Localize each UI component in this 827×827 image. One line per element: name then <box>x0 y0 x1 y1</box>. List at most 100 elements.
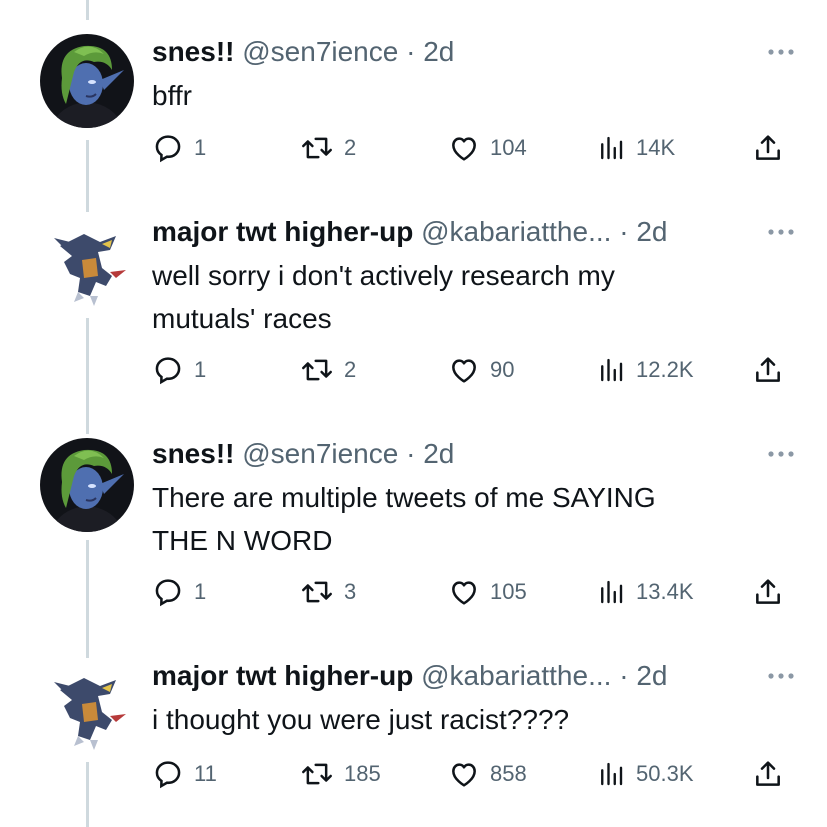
tweet-text-line: THE N WORD <box>152 525 333 556</box>
timestamp[interactable]: 2d <box>636 660 667 691</box>
share-icon <box>756 761 780 786</box>
retweet-button[interactable]: 185 <box>300 756 381 792</box>
green-hair-elf-avatar <box>40 34 134 128</box>
tweet-text-line: There are multiple tweets of me SAYING <box>152 482 656 513</box>
avatar-garchomp[interactable] <box>40 660 134 754</box>
display-name[interactable]: snes!! <box>152 438 234 469</box>
tweet[interactable]: major twt higher-up @kabariatthe... · 2d… <box>0 214 827 385</box>
retweet-count: 2 <box>344 135 357 160</box>
avatar-elf[interactable] <box>40 438 134 532</box>
separator-dot: · <box>406 36 416 67</box>
reply-button[interactable]: 1 <box>152 352 206 388</box>
share-button[interactable] <box>752 756 784 792</box>
timestamp[interactable]: 2d <box>636 216 667 247</box>
share-icon <box>756 135 780 160</box>
user-handle[interactable]: @sen7ience <box>242 36 398 67</box>
display-name[interactable]: major twt higher-up <box>152 660 413 691</box>
thread-line <box>86 0 89 20</box>
bar-chart-icon <box>601 762 623 786</box>
tweet-header: major twt higher-up @kabariatthe... · 2d <box>152 214 667 250</box>
reply-button[interactable]: 1 <box>152 574 206 610</box>
reply-button[interactable]: 1 <box>152 130 206 166</box>
views-button[interactable]: 14K <box>596 130 675 166</box>
reply-count: 1 <box>194 579 207 604</box>
retweet-count: 3 <box>344 579 357 604</box>
heart-icon <box>452 137 476 161</box>
action-bar: 11 185 858 50.3K <box>0 756 827 792</box>
share-button[interactable] <box>752 130 784 166</box>
retweet-button[interactable]: 2 <box>300 352 356 388</box>
retweet-count: 2 <box>344 357 357 382</box>
tweet[interactable]: snes!! @sen7ience · 2d bffr 1 2 104 14K <box>0 34 827 164</box>
action-bar: 1 2 104 14K <box>0 130 827 166</box>
tweet[interactable]: major twt higher-up @kabariatthe... · 2d… <box>0 658 827 789</box>
reply-icon <box>155 579 181 607</box>
avatar-garchomp[interactable] <box>40 216 134 310</box>
view-count: 13.4K <box>636 579 694 604</box>
views-button[interactable]: 50.3K <box>596 756 694 792</box>
reply-icon <box>155 135 181 163</box>
view-count: 12.2K <box>636 357 694 382</box>
share-icon <box>756 579 780 604</box>
tweet-text-line: mutuals' races <box>152 303 332 334</box>
views-button[interactable]: 12.2K <box>596 352 694 388</box>
display-name[interactable]: major twt higher-up <box>152 216 413 247</box>
retweet-count: 185 <box>344 761 381 786</box>
bar-chart-icon <box>601 358 623 382</box>
reply-count: 1 <box>194 357 207 382</box>
reply-count: 1 <box>194 135 207 160</box>
like-button[interactable]: 858 <box>448 756 527 792</box>
tweet-header: snes!! @sen7ience · 2d <box>152 34 454 70</box>
like-count: 90 <box>490 357 515 382</box>
like-button[interactable]: 105 <box>448 574 527 610</box>
bar-chart-icon <box>601 136 623 160</box>
tweet-text-line: bffr <box>152 80 192 111</box>
like-button[interactable]: 104 <box>448 130 527 166</box>
more-options-icon[interactable] <box>763 436 799 472</box>
user-handle[interactable]: @kabariatthe... <box>421 660 611 691</box>
retweet-icon <box>302 359 332 381</box>
reply-button[interactable]: 11 <box>152 756 217 792</box>
reply-icon <box>155 761 181 789</box>
share-button[interactable] <box>752 574 784 610</box>
user-handle[interactable]: @kabariatthe... <box>421 216 611 247</box>
separator-dot: · <box>619 660 629 691</box>
share-icon <box>756 357 780 382</box>
like-button[interactable]: 90 <box>448 352 514 388</box>
reply-icon <box>155 357 181 385</box>
share-button[interactable] <box>752 352 784 388</box>
tweet-text: i thought you were just racist???? <box>152 698 772 741</box>
views-button[interactable]: 13.4K <box>596 574 694 610</box>
timestamp[interactable]: 2d <box>423 438 454 469</box>
tweet-text-line: i thought you were just racist???? <box>152 704 570 735</box>
tweet-text-line: well sorry i don't actively research my <box>152 260 615 291</box>
more-options-icon[interactable] <box>763 658 799 694</box>
tweet-text: well sorry i don't actively research my … <box>152 254 772 340</box>
retweet-icon <box>302 763 332 785</box>
separator-dot: · <box>406 438 416 469</box>
display-name[interactable]: snes!! <box>152 36 234 67</box>
action-bar: 1 3 105 13.4K <box>0 574 827 610</box>
reply-count: 11 <box>194 761 217 786</box>
view-count: 50.3K <box>636 761 694 786</box>
tweet-text: bffr <box>152 74 772 117</box>
retweet-button[interactable]: 3 <box>300 574 356 610</box>
tweet[interactable]: snes!! @sen7ience · 2d There are multipl… <box>0 436 827 607</box>
tweet-header: snes!! @sen7ience · 2d <box>152 436 454 472</box>
user-handle[interactable]: @sen7ience <box>242 438 398 469</box>
heart-icon <box>452 763 476 787</box>
view-count: 14K <box>636 135 676 160</box>
heart-icon <box>452 581 476 605</box>
garchomp-avatar <box>40 660 134 754</box>
more-options-icon[interactable] <box>763 34 799 70</box>
retweet-button[interactable]: 2 <box>300 130 356 166</box>
green-hair-elf-avatar <box>40 438 134 532</box>
more-options-icon[interactable] <box>763 214 799 250</box>
retweet-icon <box>302 137 332 159</box>
timestamp[interactable]: 2d <box>423 36 454 67</box>
retweet-icon <box>302 581 332 603</box>
separator-dot: · <box>619 216 629 247</box>
avatar-elf[interactable] <box>40 34 134 128</box>
action-bar: 1 2 90 12.2K <box>0 352 827 388</box>
like-count: 104 <box>490 135 527 160</box>
